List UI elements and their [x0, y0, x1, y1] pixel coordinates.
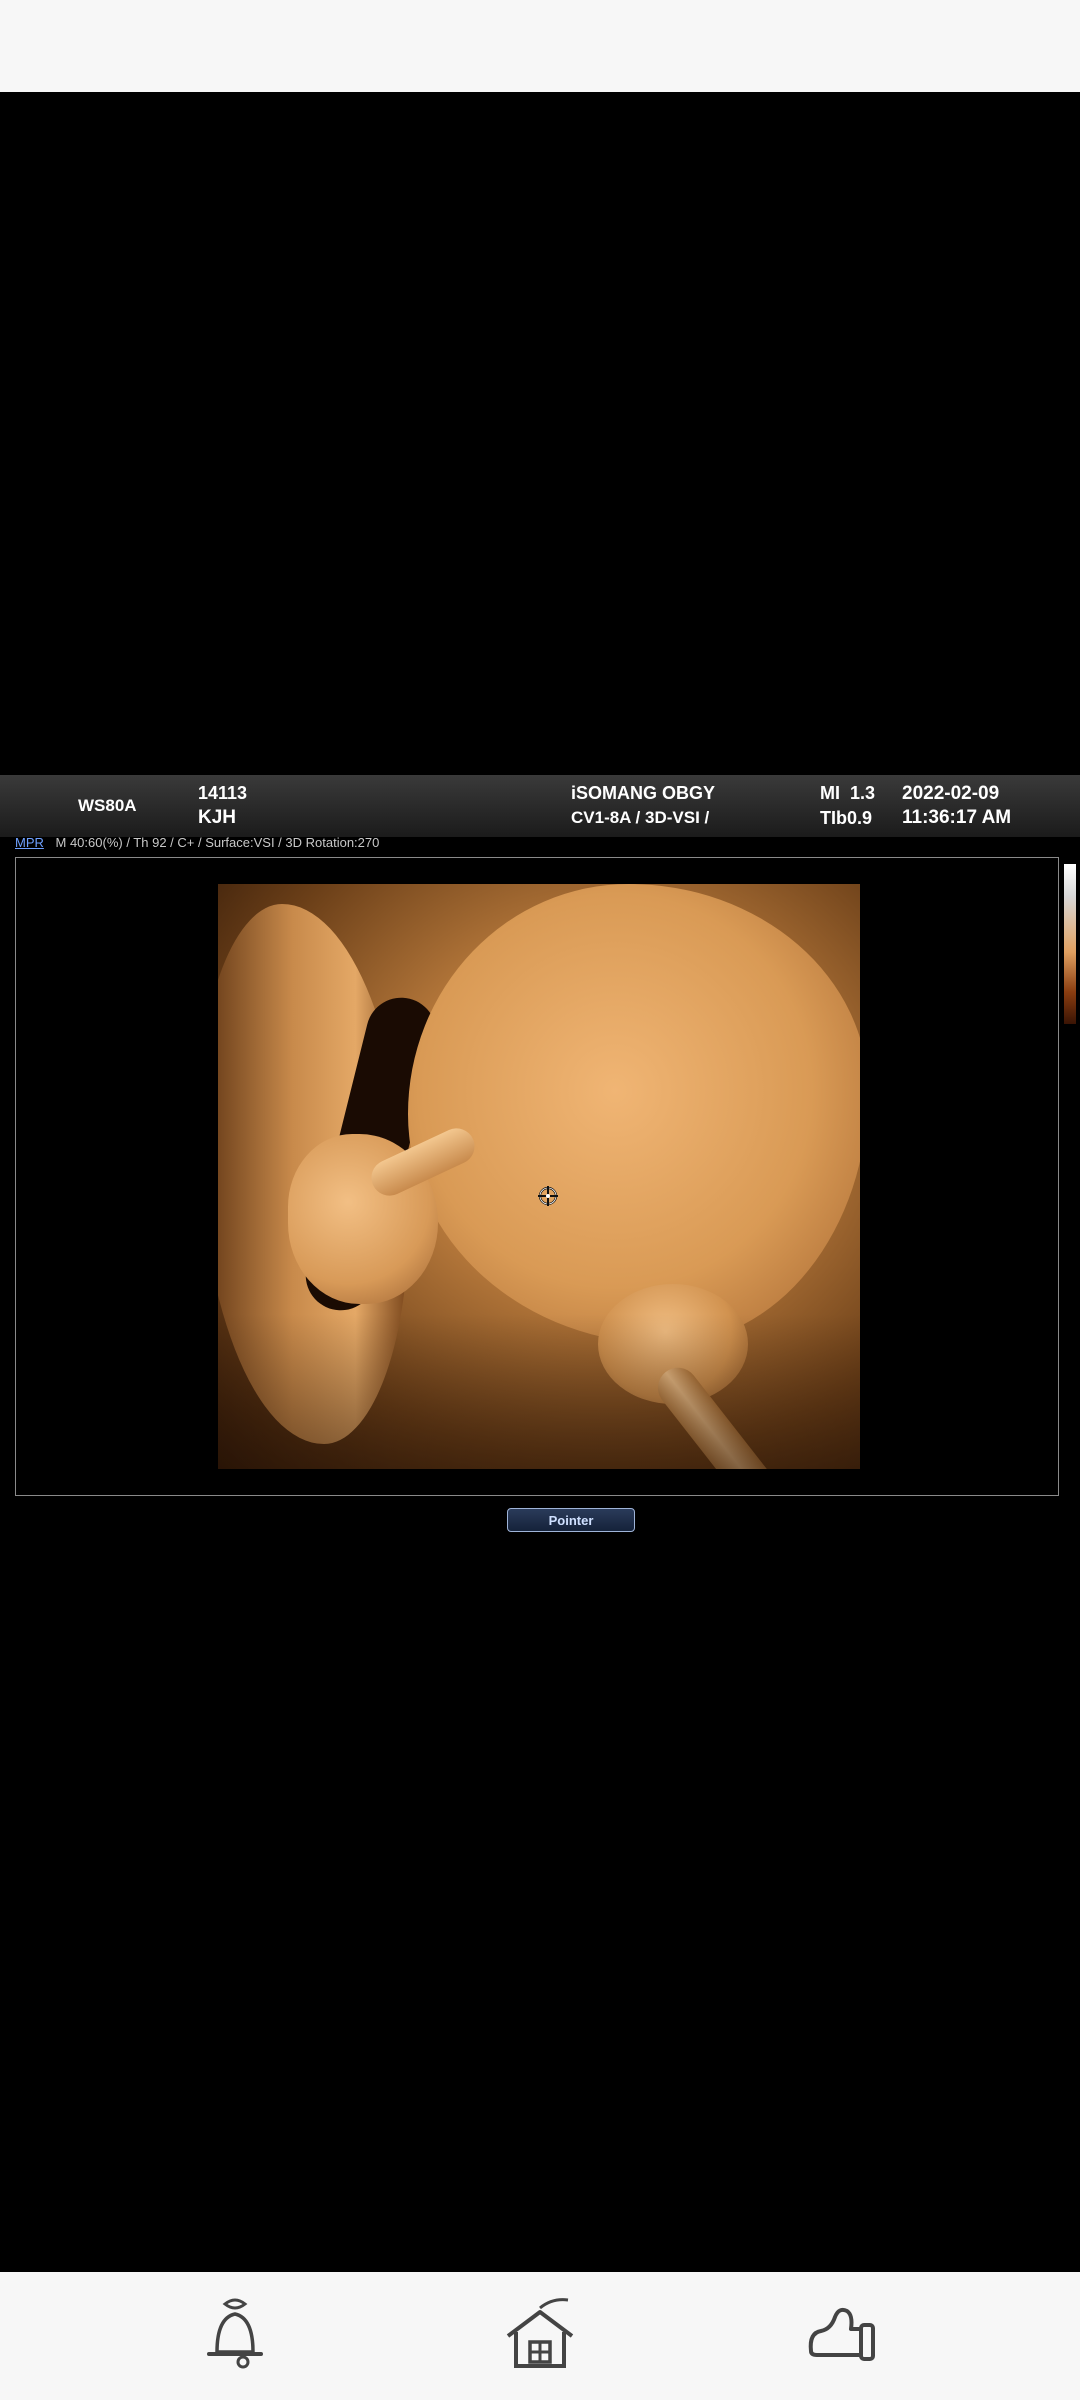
- acquisition-info: MPR M 40:60(%) / Th 92 / C+ / Surface:VS…: [15, 835, 379, 850]
- operator-initials: KJH: [198, 807, 237, 828]
- nav-notifications[interactable]: [190, 2290, 280, 2380]
- nav-mitten[interactable]: [798, 2290, 888, 2380]
- acquisition-params: M 40:60(%) / Th 92 / C+ / Surface:VSI / …: [55, 835, 380, 850]
- probe-mode: CV1-8A / 3D-VSI /: [571, 808, 710, 827]
- scan-header: WS80A 14113 KJH iSOMANG OBGY CV1-8A / 3D…: [0, 775, 1080, 837]
- 3d-render-image[interactable]: [218, 884, 860, 1469]
- mechanical-index: MI 1.3: [820, 783, 876, 803]
- mpr-link[interactable]: MPR: [15, 835, 44, 850]
- scan-time: 11:36:17 AM: [902, 807, 1012, 828]
- bottom-nav: [0, 2272, 1080, 2400]
- render-shading: [218, 1314, 860, 1469]
- pointer-button[interactable]: Pointer: [507, 1508, 635, 1532]
- thermal-index: TIb0.9: [820, 808, 873, 828]
- home-icon: [506, 2298, 574, 2368]
- scan-date: 2022-02-09: [902, 783, 1000, 804]
- device-model: WS80A: [78, 796, 137, 815]
- patient-id: 14113: [198, 783, 248, 803]
- status-bar: [0, 0, 1080, 92]
- bell-icon: [207, 2298, 263, 2369]
- color-scale-bar: [1064, 864, 1076, 1024]
- crosshair-icon[interactable]: [537, 1185, 559, 1207]
- mitten-icon: [808, 2307, 875, 2361]
- render-shape-face: [408, 884, 860, 1344]
- institution-name: iSOMANG OBGY: [571, 783, 716, 803]
- nav-home[interactable]: [495, 2290, 585, 2380]
